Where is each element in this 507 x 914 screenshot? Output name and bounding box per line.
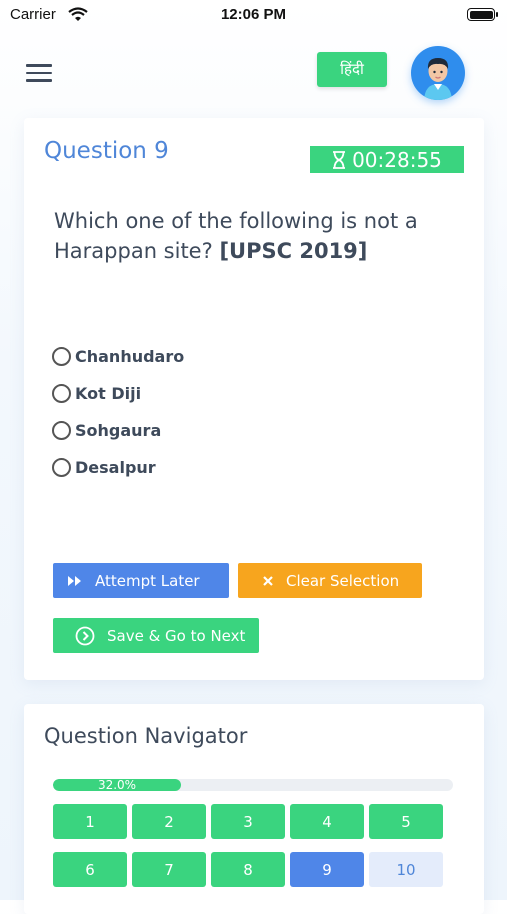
clock: 12:06 PM xyxy=(220,6,287,23)
question-nav-button-9[interactable]: 9 xyxy=(290,852,364,887)
attempt-later-label: Attempt Later xyxy=(95,571,200,590)
question-nav-button-5[interactable]: 5 xyxy=(369,804,443,839)
question-card: Question 9 00:28:55 Which one of the fol… xyxy=(24,118,484,680)
language-button[interactable]: हिंदी xyxy=(317,52,387,87)
question-grid: 1 2 3 4 5 6 7 8 9 10 xyxy=(53,804,443,887)
chevron-circle-right-icon xyxy=(75,626,95,646)
option-label: Sohgaura xyxy=(75,421,162,440)
timer-badge: 00:28:55 xyxy=(310,146,464,173)
attempt-later-button[interactable]: Attempt Later xyxy=(53,563,229,598)
close-icon xyxy=(262,575,274,587)
question-nav-button-4[interactable]: 4 xyxy=(290,804,364,839)
hourglass-icon xyxy=(333,150,346,169)
question-nav-button-2[interactable]: 2 xyxy=(132,804,206,839)
user-avatar-icon xyxy=(424,58,452,100)
battery-icon xyxy=(467,8,498,21)
question-nav-button-10[interactable]: 10 xyxy=(369,852,443,887)
navigator-title: Question Navigator xyxy=(44,724,248,748)
progress-bar: 32.0% xyxy=(53,779,453,791)
option-4[interactable]: Desalpur xyxy=(52,449,184,486)
clear-selection-button[interactable]: Clear Selection xyxy=(238,563,422,598)
options-list: Chanhudaro Kot Diji Sohgaura Desalpur xyxy=(52,338,184,486)
fast-forward-icon xyxy=(67,575,83,587)
clear-selection-label: Clear Selection xyxy=(286,571,400,590)
radio-button[interactable] xyxy=(52,347,71,366)
option-label: Kot Diji xyxy=(75,384,142,403)
status-bar: Carrier 12:06 PM xyxy=(0,0,507,30)
option-1[interactable]: Chanhudaro xyxy=(52,338,184,375)
question-nav-button-7[interactable]: 7 xyxy=(132,852,206,887)
option-2[interactable]: Kot Diji xyxy=(52,375,184,412)
question-navigator-card: Question Navigator 32.0% 1 2 3 4 5 6 7 8… xyxy=(24,704,484,914)
radio-button[interactable] xyxy=(52,384,71,403)
avatar[interactable] xyxy=(411,46,465,100)
menu-icon[interactable] xyxy=(26,64,52,84)
question-nav-button-8[interactable]: 8 xyxy=(211,852,285,887)
option-label: Chanhudaro xyxy=(75,347,185,366)
timer-value: 00:28:55 xyxy=(352,147,442,172)
save-next-label: Save & Go to Next xyxy=(107,626,246,645)
radio-button[interactable] xyxy=(52,458,71,477)
question-source-tag: [UPSC 2019] xyxy=(219,239,368,263)
option-label: Desalpur xyxy=(75,458,156,477)
save-next-button[interactable]: Save & Go to Next xyxy=(53,618,259,653)
question-nav-button-3[interactable]: 3 xyxy=(211,804,285,839)
option-3[interactable]: Sohgaura xyxy=(52,412,184,449)
question-title: Question 9 xyxy=(44,138,169,164)
question-text: Which one of the following is not a Hara… xyxy=(54,206,454,266)
progress-label: 32.0% xyxy=(97,779,137,791)
radio-button[interactable] xyxy=(52,421,71,440)
question-nav-button-1[interactable]: 1 xyxy=(53,804,127,839)
question-nav-button-6[interactable]: 6 xyxy=(53,852,127,887)
